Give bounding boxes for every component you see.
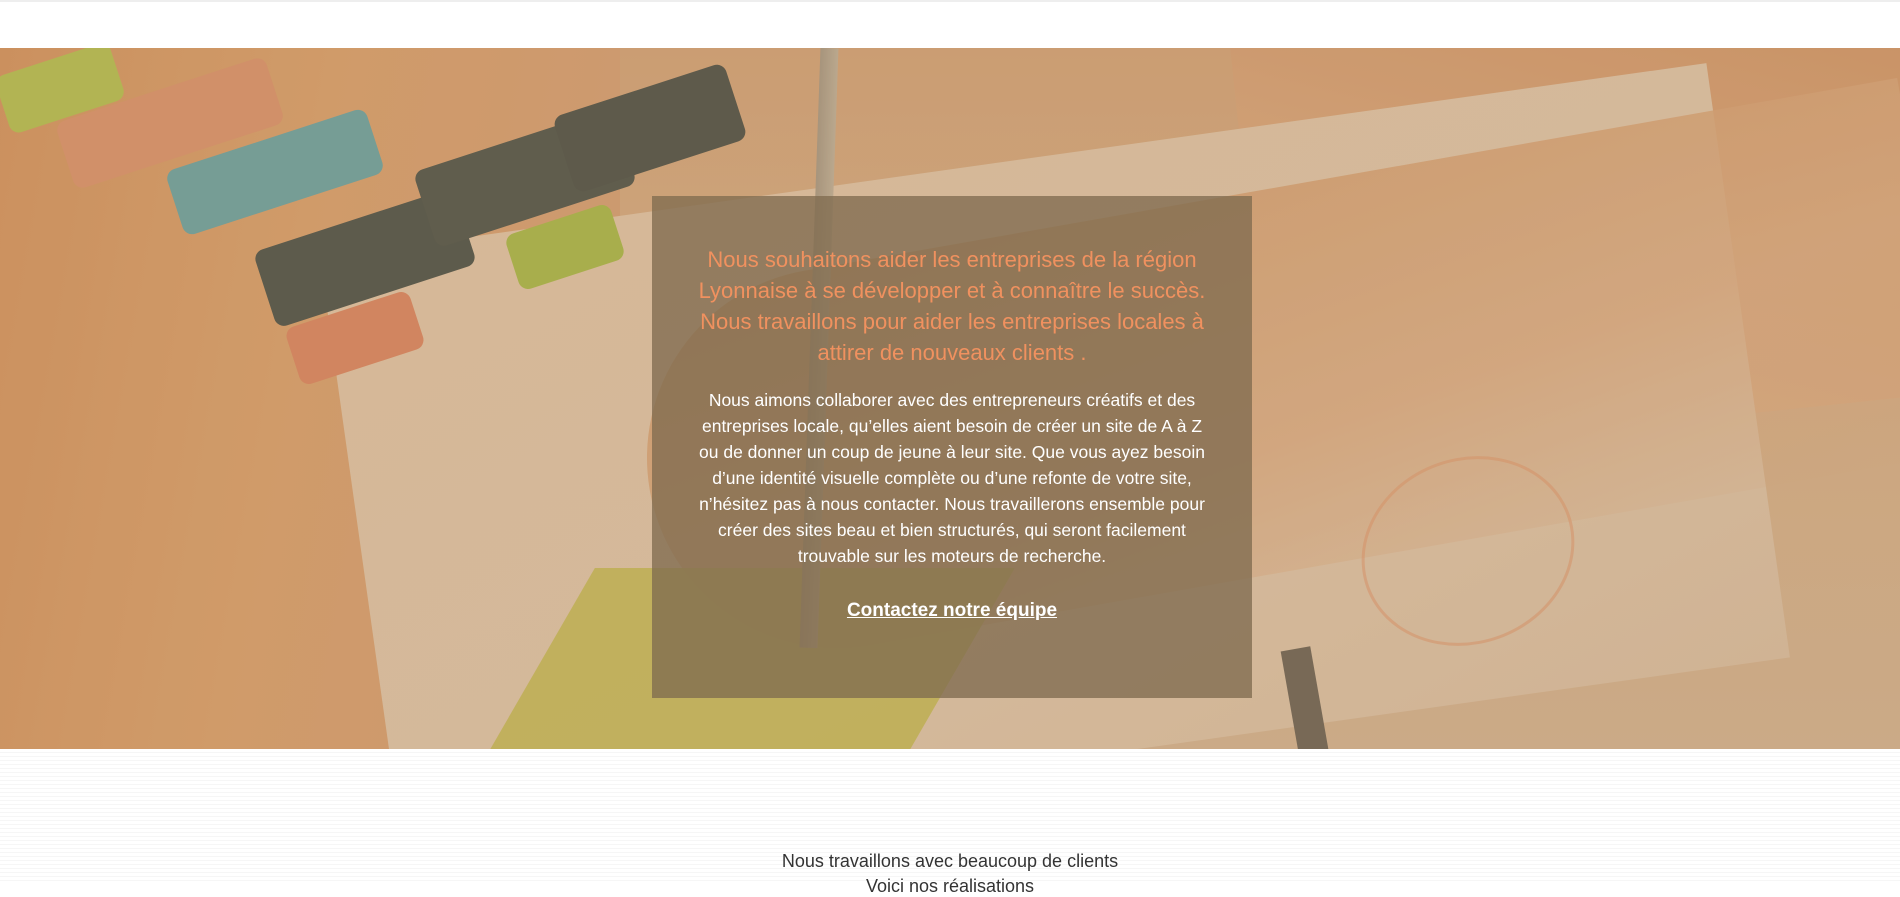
hero-section: Nous souhaitons aider les entreprises de… — [0, 48, 1900, 749]
hero-intro-card: Nous souhaitons aider les entreprises de… — [652, 196, 1252, 698]
clients-section: Nous travaillons avec beaucoup de client… — [0, 749, 1900, 896]
contact-team-link[interactable]: Contactez notre équipe — [847, 600, 1057, 622]
hero-heading: Nous souhaitons aider les entreprises de… — [698, 247, 1206, 365]
top-navigation-bar — [0, 0, 1900, 48]
hero-description: Nous aimons collaborer avec des entrepre… — [699, 390, 1205, 566]
clients-section-title: Nous travaillons avec beaucoup de client… — [781, 851, 1119, 871]
clients-section-subtitle: Voici nos réalisations — [865, 876, 1035, 896]
